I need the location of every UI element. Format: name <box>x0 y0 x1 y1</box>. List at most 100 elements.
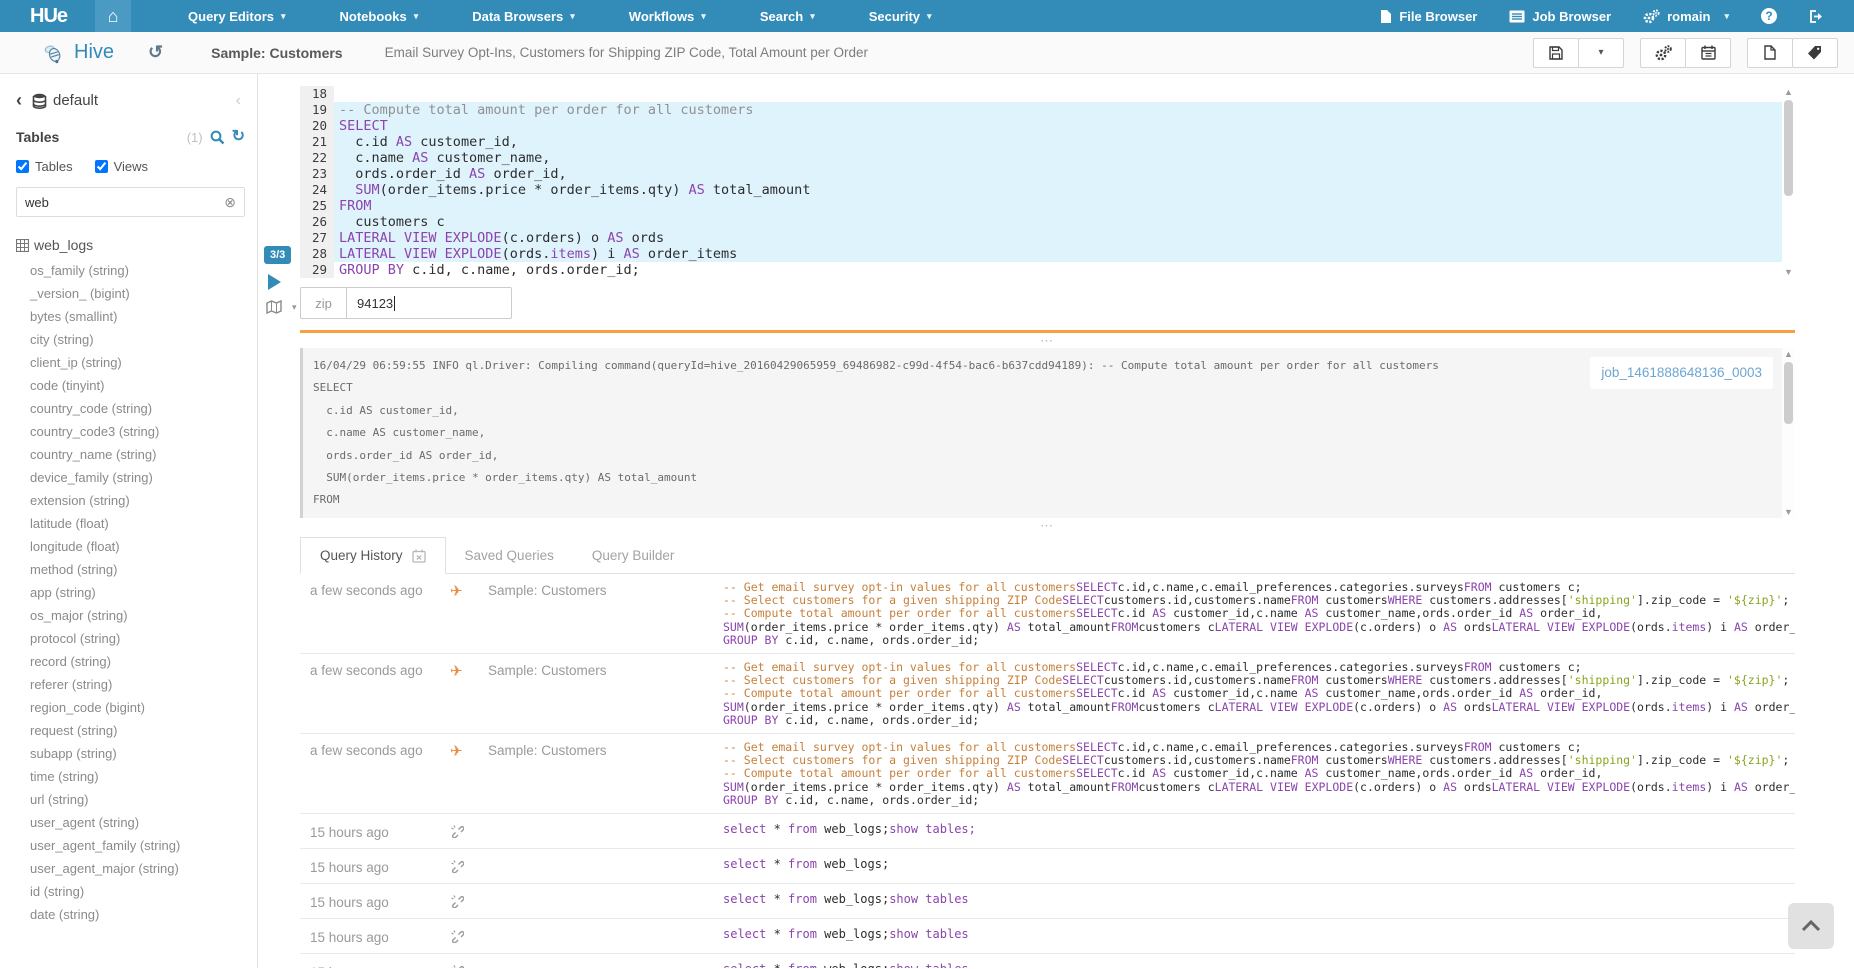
editor-line[interactable]: 28 LATERAL VIEW EXPLODE(ords.items) i AS… <box>300 246 1795 262</box>
statement-counter-badge[interactable]: 3/3 <box>264 246 291 264</box>
nav-menu-item[interactable]: Workflows ▾ <box>602 0 733 32</box>
database-name[interactable]: default <box>53 92 98 109</box>
views-checkbox-input[interactable] <box>95 160 108 173</box>
job-browser-link[interactable]: Job Browser <box>1509 9 1611 24</box>
nav-menu-item[interactable]: Notebooks ▾ <box>313 0 446 32</box>
column-item[interactable]: extension (string) <box>30 489 245 512</box>
app-title[interactable]: Hive <box>74 41 114 64</box>
editor-line[interactable]: 20 SELECT <box>300 118 1795 134</box>
history-query-code[interactable]: select * from web_logs;show tables <box>723 928 1795 941</box>
editor-line[interactable]: 21 c.id AS customer_id, <box>300 134 1795 150</box>
user-menu[interactable]: romain ▾ <box>1643 9 1729 24</box>
history-resize-handle[interactable]: ⋯ <box>300 518 1795 533</box>
editor-scrollbar[interactable]: ▲ ▼ <box>1782 86 1795 278</box>
column-item[interactable]: subapp (string) <box>30 742 245 765</box>
save-button[interactable] <box>1533 38 1579 68</box>
document-title[interactable]: Sample: Customers <box>211 45 342 61</box>
nav-menu-item[interactable]: Search ▾ <box>733 0 842 32</box>
editor-line[interactable]: 24 SUM(order_items.price * order_items.q… <box>300 182 1795 198</box>
column-item[interactable]: request (string) <box>30 719 245 742</box>
column-item[interactable]: user_agent_major (string) <box>30 857 245 880</box>
column-item[interactable]: client_ip (string) <box>30 351 245 374</box>
calendar-x-icon[interactable] <box>412 549 426 563</box>
column-item[interactable]: app (string) <box>30 581 245 604</box>
history-row[interactable]: a few seconds ago ✈ Sample: Customers --… <box>300 734 1795 814</box>
column-item[interactable]: protocol (string) <box>30 627 245 650</box>
refresh-icon[interactable]: ↻ <box>232 129 245 145</box>
tables-checkbox[interactable]: Tables <box>16 159 73 174</box>
editor-line[interactable]: 29 GROUP BY c.id, c.name, ords.order_id; <box>300 262 1795 278</box>
table-item-web-logs[interactable]: web_logs <box>16 237 245 253</box>
column-item[interactable]: url (string) <box>30 788 245 811</box>
history-query-code[interactable]: -- Get email survey opt-in values for al… <box>723 741 1795 807</box>
history-query-code[interactable]: select * from web_logs; <box>723 858 1795 871</box>
editor-line[interactable]: 19 -- Compute total amount per order for… <box>300 102 1795 118</box>
back-icon[interactable]: ‹ <box>16 90 22 111</box>
history-tab[interactable]: Saved Queries <box>446 537 573 573</box>
home-button[interactable]: ⌂ <box>95 0 131 32</box>
scroll-up-icon[interactable]: ▲ <box>1784 348 1793 360</box>
editor-line[interactable]: 23 ords.order_id AS order_id, <box>300 166 1795 182</box>
nav-menu-item[interactable]: Security ▾ <box>842 0 959 32</box>
history-query-name[interactable] <box>488 823 723 825</box>
scrollbar-thumb[interactable] <box>1784 362 1793 424</box>
logout-button[interactable] <box>1809 9 1824 24</box>
column-item[interactable]: user_agent (string) <box>30 811 245 834</box>
history-tab[interactable]: Query History <box>300 537 446 574</box>
column-item[interactable]: time (string) <box>30 765 245 788</box>
column-item[interactable]: country_name (string) <box>30 443 245 466</box>
history-row[interactable]: a few seconds ago ✈ Sample: Customers --… <box>300 574 1795 654</box>
history-query-name[interactable] <box>488 963 723 965</box>
history-query-name[interactable] <box>488 858 723 860</box>
clear-filter-icon[interactable]: ⊗ <box>224 194 236 211</box>
file-browser-link[interactable]: File Browser <box>1380 9 1477 24</box>
editor-line[interactable]: 26 customers c <box>300 214 1795 230</box>
column-item[interactable]: country_code3 (string) <box>30 420 245 443</box>
log-scrollbar[interactable]: ▲ ▼ <box>1782 348 1795 518</box>
editor-line[interactable]: 18 <box>300 86 1795 102</box>
history-query-name[interactable]: Sample: Customers <box>488 581 723 598</box>
query-history-icon[interactable]: ↺ <box>148 42 163 63</box>
column-item[interactable]: record (string) <box>30 650 245 673</box>
history-query-name[interactable]: Sample: Customers <box>488 741 723 758</box>
history-row[interactable]: a few seconds ago ✈ Sample: Customers --… <box>300 654 1795 734</box>
scrollbar-thumb[interactable] <box>1784 100 1793 196</box>
column-item[interactable]: id (string) <box>30 880 245 903</box>
editor-line[interactable]: 27 LATERAL VIEW EXPLODE(c.orders) o AS o… <box>300 230 1795 246</box>
collapse-sidebar-icon[interactable]: ‹ <box>236 92 241 110</box>
history-query-code[interactable]: select * from web_logs;show tables <box>723 893 1795 906</box>
column-item[interactable]: city (string) <box>30 328 245 351</box>
history-tab[interactable]: Query Builder <box>573 537 694 573</box>
editor-line[interactable]: 25 FROM <box>300 198 1795 214</box>
column-item[interactable]: os_major (string) <box>30 604 245 627</box>
column-item[interactable]: user_agent_family (string) <box>30 834 245 857</box>
log-resize-handle[interactable]: ⋯ <box>300 333 1795 348</box>
hue-logo[interactable]: HUe <box>30 0 67 32</box>
editor-line[interactable]: 22 c.name AS customer_name, <box>300 150 1795 166</box>
column-item[interactable]: region_code (bigint) <box>30 696 245 719</box>
views-checkbox[interactable]: Views <box>95 159 148 174</box>
history-query-code[interactable]: select * from web_logs;show tables; <box>723 823 1795 836</box>
column-item[interactable]: device_family (string) <box>30 466 245 489</box>
column-item[interactable]: latitude (float) <box>30 512 245 535</box>
settings-button[interactable] <box>1640 38 1686 68</box>
execute-button[interactable] <box>268 274 281 290</box>
column-item[interactable]: _version_ (bigint) <box>30 282 245 305</box>
schedule-button[interactable] <box>1685 38 1731 68</box>
history-row[interactable]: 15 hours ago ✈ select * from web_logs;sh… <box>300 919 1795 954</box>
history-row[interactable]: 15 hours ago ✈ select * from web_logs;sh… <box>300 814 1795 849</box>
help-button[interactable]: ? <box>1761 8 1777 24</box>
scroll-to-top-button[interactable] <box>1788 903 1834 949</box>
table-filter-input[interactable] <box>25 195 224 210</box>
sql-editor[interactable]: ▲ ▼ 18 19 -- Compute total amount per or… <box>300 86 1795 278</box>
scroll-down-icon[interactable]: ▼ <box>1784 506 1793 518</box>
history-row[interactable]: 15 hours ago ✈ select * from web_logs;sh… <box>300 884 1795 919</box>
column-item[interactable]: bytes (smallint) <box>30 305 245 328</box>
history-row[interactable]: 15 hours ago ✈ select * from web_logs; <box>300 849 1795 884</box>
tables-checkbox-input[interactable] <box>16 160 29 173</box>
column-item[interactable]: date (string) <box>30 903 245 926</box>
navigator-button[interactable]: ▾ <box>266 300 297 314</box>
tag-button[interactable] <box>1792 38 1838 68</box>
history-query-code[interactable]: select * from web_logs;show tables <box>723 963 1795 968</box>
new-query-button[interactable] <box>1747 38 1793 68</box>
